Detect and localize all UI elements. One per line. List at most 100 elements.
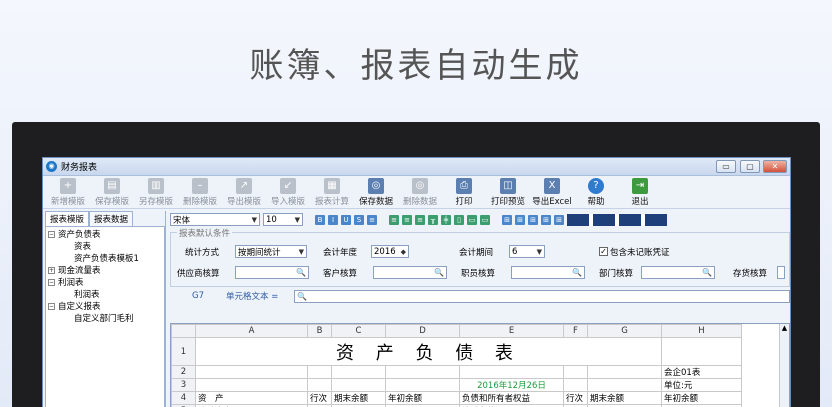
sheet-cell[interactable] xyxy=(385,378,460,392)
sheet-cell[interactable]: 行次 xyxy=(307,391,332,405)
include-unposted-checkbox[interactable]: ✓ 包含未记账凭证 xyxy=(599,246,670,258)
align-button-icon[interactable]: ▭ xyxy=(480,214,490,225)
column-header[interactable]: D xyxy=(385,324,460,338)
toolbar-button-9[interactable]: ⎙ 打印 xyxy=(442,178,486,207)
stat-method-select[interactable]: 按期间统计 ▼ xyxy=(235,245,307,258)
toolbar-button-1[interactable]: ▤ 保存模版 xyxy=(90,178,134,207)
row-header[interactable]: 1 xyxy=(171,337,196,366)
sheet-cell[interactable] xyxy=(459,365,564,379)
supplier-input[interactable]: 🔍 xyxy=(235,266,309,279)
column-header[interactable]: A xyxy=(195,324,308,338)
align-button-icon[interactable]: ╥ xyxy=(428,214,438,225)
column-header[interactable]: F xyxy=(563,324,588,338)
grid-button-icon[interactable]: ⊞ xyxy=(502,214,512,225)
customer-input[interactable]: 🔍 xyxy=(373,266,447,279)
vertical-scrollbar[interactable]: ▲ xyxy=(779,324,789,407)
close-button[interactable]: ✕ xyxy=(763,160,787,173)
column-header[interactable]: C xyxy=(331,324,386,338)
sheet-cell[interactable] xyxy=(587,378,662,392)
tree-expander-icon[interactable]: − xyxy=(48,231,55,238)
sheet-cell[interactable] xyxy=(195,378,308,392)
tree-expander-icon[interactable]: + xyxy=(48,267,55,274)
tree-node[interactable]: − 利润表 xyxy=(48,277,162,289)
staff-input[interactable]: 🔍 xyxy=(511,266,585,279)
toolbar-button-3[interactable]: – 删除模版 xyxy=(178,178,222,207)
row-header[interactable]: 3 xyxy=(171,378,196,392)
sheet-cell[interactable] xyxy=(307,365,332,379)
maximize-button[interactable]: ▢ xyxy=(740,160,760,173)
sheet-cell[interactable] xyxy=(331,378,386,392)
align-button-icon[interactable]: ╪ xyxy=(441,214,451,225)
toolbar-button-11[interactable]: X 导出Excel xyxy=(530,178,574,207)
sheet-cell[interactable] xyxy=(661,337,742,366)
sheet-cell[interactable]: 单位:元 xyxy=(661,378,742,392)
sheet-cell[interactable]: 会企01表 xyxy=(661,365,742,379)
toolbar-button-6[interactable]: ▦ 报表计算 xyxy=(310,178,354,207)
sheet-cell[interactable] xyxy=(563,365,588,379)
sheet-cell[interactable]: 期末余额 xyxy=(587,391,662,405)
sheet-cell[interactable]: 年初余额 xyxy=(385,391,460,405)
row-header[interactable]: 2 xyxy=(171,365,196,379)
sheet-cell[interactable] xyxy=(385,365,460,379)
grid-button-icon[interactable]: ⊞ xyxy=(515,214,525,225)
search-icon[interactable]: 🔍 xyxy=(434,268,444,277)
sheet-cell[interactable]: 资 产 xyxy=(195,391,308,405)
period-select[interactable]: 6 ▼ xyxy=(509,245,545,258)
search-icon[interactable]: 🔍 xyxy=(296,268,306,277)
tree-node[interactable]: + 现金流量表 xyxy=(48,265,162,277)
align-button-icon[interactable]: ▯ xyxy=(454,214,464,225)
left-tab-1[interactable]: 报表数据 xyxy=(89,211,134,226)
search-icon[interactable]: 🔍 xyxy=(572,268,582,277)
sheet-cell[interactable]: 负债和所有者权益 xyxy=(459,391,564,405)
style-button-icon[interactable]: B xyxy=(315,214,325,225)
tree-leaf[interactable]: 资表 xyxy=(48,241,162,253)
tree-node[interactable]: − 资产负债表 xyxy=(48,229,162,241)
report-sheet[interactable]: ABCDEFGH1资 产 负 债 表 2 会企01表 3 2016年12月26日 单位:元… xyxy=(170,323,790,407)
left-tab-0[interactable]: 报表模版 xyxy=(45,211,90,226)
toolbar-button-4[interactable]: ↗ 导出模版 xyxy=(222,178,266,207)
toolbar-button-5[interactable]: ↙ 导入模版 xyxy=(266,178,310,207)
sheet-corner[interactable] xyxy=(171,324,196,338)
tree-leaf[interactable]: 自定义部门毛利 xyxy=(48,313,162,325)
row-header[interactable]: 4 xyxy=(171,391,196,405)
sheet-cell[interactable]: 年初余额 xyxy=(661,391,742,405)
grid-button-icon[interactable]: ⊞ xyxy=(554,214,564,225)
sheet-cell[interactable] xyxy=(307,378,332,392)
toolbar-button-2[interactable]: ▥ 另存模版 xyxy=(134,178,178,207)
minimize-button[interactable]: ▭ xyxy=(716,160,736,173)
font-size-select[interactable]: 10 ▼ xyxy=(263,213,303,226)
toolbar-button-10[interactable]: ◫ 打印预览 xyxy=(486,178,530,207)
search-icon[interactable]: 🔍 xyxy=(702,268,712,277)
toolbar-button-0[interactable]: + 新增模版 xyxy=(46,178,90,207)
column-header[interactable]: H xyxy=(661,324,742,338)
style-button-icon[interactable]: ≡ xyxy=(367,214,377,225)
sheet-cell[interactable]: 行次 xyxy=(563,391,588,405)
column-header[interactable]: E xyxy=(459,324,564,338)
tree-leaf[interactable]: 利润表 xyxy=(48,289,162,301)
grid-button-icon[interactable]: ⊞ xyxy=(541,214,551,225)
align-button-icon[interactable]: ≡ xyxy=(415,214,425,225)
sheet-cell[interactable] xyxy=(195,365,308,379)
tree-expander-icon[interactable]: − xyxy=(48,303,55,310)
sheet-cell[interactable]: 期末余额 xyxy=(331,391,386,405)
style-button-icon[interactable]: S xyxy=(354,214,364,225)
tree-node[interactable]: − 自定义报表 xyxy=(48,301,162,313)
border-line-styles[interactable] xyxy=(567,213,667,226)
font-select[interactable]: 宋体 ▼ xyxy=(170,213,260,226)
inventory-input[interactable] xyxy=(777,266,785,279)
report-title-cell[interactable]: 资 产 负 债 表 xyxy=(195,337,662,366)
dept-input[interactable]: 🔍 xyxy=(641,266,715,279)
toolbar-button-13[interactable]: ⇥ 退出 xyxy=(618,178,662,207)
align-button-icon[interactable]: ≡ xyxy=(389,214,399,225)
style-button-icon[interactable]: I xyxy=(328,214,338,225)
grid-button-icon[interactable]: ⊞ xyxy=(528,214,538,225)
toolbar-button-8[interactable]: ◎ 删除数据 xyxy=(398,178,442,207)
year-stepper[interactable]: 2016 ◆ xyxy=(371,245,409,258)
report-date-cell[interactable]: 2016年12月26日 xyxy=(459,378,564,392)
align-button-icon[interactable]: ▭ xyxy=(467,214,477,225)
sheet-cell[interactable] xyxy=(563,378,588,392)
style-button-icon[interactable]: U xyxy=(341,214,351,225)
tree-expander-icon[interactable]: − xyxy=(48,279,55,286)
sheet-cell[interactable] xyxy=(587,365,662,379)
toolbar-button-7[interactable]: ◎ 保存数据 xyxy=(354,178,398,207)
